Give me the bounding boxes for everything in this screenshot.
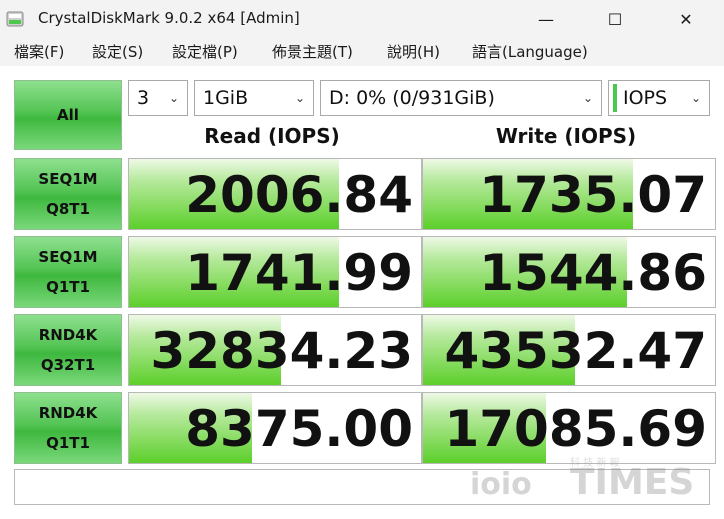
chevron-down-icon: ⌄: [294, 91, 305, 105]
test-count-value: 3: [137, 87, 150, 109]
all-button[interactable]: All: [14, 80, 122, 150]
read-result: 2006.84: [128, 158, 422, 230]
drive-select[interactable]: D: 0% (0/931GiB) ⌄: [320, 80, 602, 116]
write-value: 1735.07: [479, 166, 707, 224]
menu-theme[interactable]: 佈景主題(T): [272, 41, 353, 62]
watermark-text: TIMES: [570, 462, 694, 502]
read-result: 8375.00: [128, 392, 422, 464]
read-value: 1741.99: [185, 244, 413, 302]
menu-settings[interactable]: 設定(S): [92, 41, 143, 62]
test-label-line1: SEQ1M: [38, 170, 98, 188]
chevron-down-icon: ⌄: [690, 91, 701, 105]
test-label-line2: Q8T1: [46, 200, 90, 218]
menu-bar: 檔案(F) 設定(S) 設定檔(P) 佈景主題(T) 說明(H) 語言(Lang…: [0, 38, 724, 66]
chevron-down-icon: ⌄: [168, 91, 179, 105]
test-label-line1: SEQ1M: [38, 248, 98, 266]
test-button[interactable]: RND4K Q1T1: [14, 392, 122, 464]
menu-language[interactable]: 語言(Language): [472, 41, 588, 62]
watermark-logo: 科 技 新 報 ioio TIMES: [470, 456, 694, 502]
unit-indicator: [613, 84, 617, 112]
test-label-line2: Q32T1: [40, 356, 96, 374]
write-value: 43532.47: [444, 322, 707, 380]
window-title: CrystalDiskMark 9.0.2 x64 [Admin]: [38, 9, 300, 27]
menu-help[interactable]: 說明(H): [387, 41, 440, 62]
read-result: 1741.99: [128, 236, 422, 308]
test-button[interactable]: RND4K Q32T1: [14, 314, 122, 386]
watermark-logo-text: ioio: [470, 467, 532, 502]
app-disk-icon: [6, 11, 24, 27]
test-size-value: 1GiB: [203, 87, 249, 109]
read-result: 32834.23: [128, 314, 422, 386]
write-value: 1544.86: [479, 244, 707, 302]
read-value: 8375.00: [185, 400, 413, 458]
title-bar: CrystalDiskMark 9.0.2 x64 [Admin] — ☐ ✕: [0, 0, 724, 38]
read-value: 32834.23: [150, 322, 413, 380]
test-label-line1: RND4K: [38, 404, 98, 422]
menu-file[interactable]: 檔案(F): [14, 41, 64, 62]
test-label-line2: Q1T1: [46, 434, 90, 452]
write-result: 1544.86: [422, 236, 716, 308]
test-size-select[interactable]: 1GiB ⌄: [194, 80, 314, 116]
unit-select[interactable]: IOPS ⌄: [608, 80, 710, 116]
test-button[interactable]: SEQ1M Q8T1: [14, 158, 122, 230]
menu-profile[interactable]: 設定檔(P): [172, 41, 238, 62]
test-label-line2: Q1T1: [46, 278, 90, 296]
minimize-button[interactable]: —: [523, 0, 569, 38]
maximize-button[interactable]: ☐: [592, 0, 638, 38]
test-count-select[interactable]: 3 ⌄: [128, 80, 188, 116]
write-result: 43532.47: [422, 314, 716, 386]
write-result: 1735.07: [422, 158, 716, 230]
unit-value: IOPS: [623, 87, 668, 109]
test-label-line1: RND4K: [38, 326, 98, 344]
chevron-down-icon: ⌄: [582, 91, 593, 105]
drive-value: D: 0% (0/931GiB): [329, 87, 495, 109]
close-button[interactable]: ✕: [663, 0, 709, 38]
write-header: Write (IOPS): [495, 124, 637, 148]
test-button[interactable]: SEQ1M Q1T1: [14, 236, 122, 308]
read-value: 2006.84: [185, 166, 413, 224]
all-button-label: All: [57, 106, 79, 124]
read-header: Read (IOPS): [204, 124, 340, 148]
